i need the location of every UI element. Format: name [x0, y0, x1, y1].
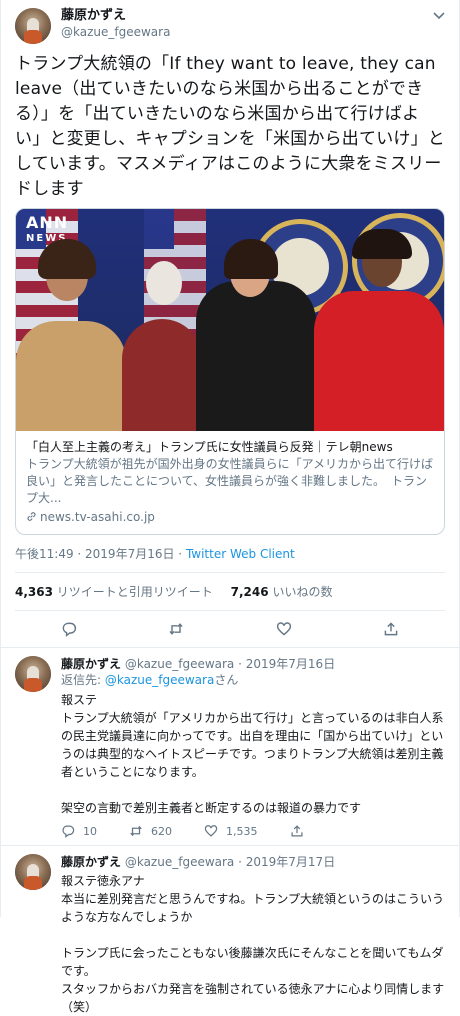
reply-date[interactable]: 2019年7月17日	[246, 855, 335, 869]
heart-icon	[276, 622, 291, 636]
like-button[interactable]	[264, 621, 304, 637]
main-tweet: 藤原かずえ @kazue_fgeewara トランプ大統領の「If they w…	[1, 0, 459, 648]
retweet-button[interactable]: 620	[129, 824, 172, 838]
author-name[interactable]: 藤原かずえ	[61, 657, 121, 671]
reply-icon	[62, 825, 75, 838]
reply-date[interactable]: 2019年7月16日	[246, 657, 335, 671]
reply-button[interactable]	[49, 621, 89, 637]
tweet-header: 藤原かずえ @kazue_fgeewara	[15, 8, 445, 48]
like-button[interactable]: 1,535	[204, 824, 258, 838]
link-icon	[27, 512, 36, 521]
tweet-meta: 午後11:49 · 2019年7月16日 · Twitter Web Clien…	[15, 535, 445, 573]
avatar[interactable]	[15, 854, 51, 890]
avatar[interactable]	[15, 8, 51, 44]
chevron-down-icon[interactable]	[433, 10, 445, 23]
card-body: 「白人至上主義の考え」トランプ氏に女性議員ら反発｜テレ朝news トランプ大統領…	[16, 431, 444, 534]
share-icon	[384, 622, 398, 636]
heart-icon	[204, 825, 218, 837]
tweet-timestamp[interactable]: 午後11:49 · 2019年7月16日	[15, 547, 174, 561]
reply-count: 10	[83, 824, 97, 838]
avatar[interactable]	[15, 656, 51, 692]
reply-tweet-1[interactable]: 藤原かずえ @kazue_fgeewara · 2019年7月16日 返信先: …	[1, 648, 459, 846]
reply-text: 報ステ徳永アナ 本当に差別発言だと思うんですね。トランプ大統領というのはこういう…	[61, 874, 445, 1014]
retweet-button[interactable]	[156, 621, 196, 637]
tweet-client[interactable]: Twitter Web Client	[186, 547, 295, 561]
tweet-stats: 4,363 リツイートと引用リツイート 7,246 いいねの数	[15, 573, 445, 611]
retweet-count: 620	[151, 824, 172, 838]
share-icon	[290, 825, 303, 837]
reply-text: 報ステ トランプ大統領が「アメリカから出て行け」と言っているのは非白人系の民主党…	[61, 693, 444, 815]
reply-icon	[62, 622, 76, 637]
reply-header: 藤原かずえ @kazue_fgeewara · 2019年7月16日	[61, 657, 336, 671]
share-button[interactable]	[290, 824, 304, 838]
tweet-thread: 藤原かずえ @kazue_fgeewara トランプ大統領の「If they w…	[0, 0, 460, 1014]
retweet-icon	[130, 825, 142, 837]
author-name[interactable]: 藤原かずえ	[61, 8, 170, 24]
reply-button[interactable]: 10	[61, 824, 97, 838]
card-image: ANN NEWS	[16, 209, 444, 431]
like-count: 1,535	[226, 824, 258, 838]
author-handle[interactable]: @kazue_fgeewara	[125, 855, 234, 869]
author-handle[interactable]: @kazue_fgeewara	[125, 657, 234, 671]
card-description: トランプ大統領が祖先が国外出身の女性議員らに「アメリカから出て行けば良い」と発言…	[26, 457, 434, 505]
reply-tweet-2[interactable]: 藤原かずえ @kazue_fgeewara · 2019年7月17日 報ステ徳永…	[1, 846, 459, 1016]
reply-to: 返信先: @kazue_fgeewaraさん	[61, 673, 239, 687]
tweet-text: トランプ大統領の「If they want to leave, they can…	[15, 54, 445, 199]
card-domain[interactable]: news.tv-asahi.co.jp	[26, 509, 434, 526]
reply-actions: 10 620 1,535	[61, 817, 445, 845]
retweet-icon	[169, 623, 183, 635]
like-stat[interactable]: 7,246 いいねの数	[231, 585, 333, 599]
card-title: 「白人至上主義の考え」トランプ氏に女性議員ら反発｜テレ朝news	[26, 440, 393, 454]
share-button[interactable]	[371, 621, 411, 637]
link-card[interactable]: ANN NEWS 「白人至上主義の考え」トランプ氏に女性議員ら反発｜テレ朝news…	[15, 208, 445, 535]
tweet-actions	[15, 611, 445, 647]
author-name[interactable]: 藤原かずえ	[61, 855, 121, 869]
author-handle[interactable]: @kazue_fgeewara	[61, 24, 170, 40]
reply-to-handle[interactable]: @kazue_fgeewara	[105, 673, 214, 687]
retweet-stat[interactable]: 4,363 リツイートと引用リツイート	[15, 585, 213, 599]
reply-header: 藤原かずえ @kazue_fgeewara · 2019年7月17日	[61, 855, 336, 869]
